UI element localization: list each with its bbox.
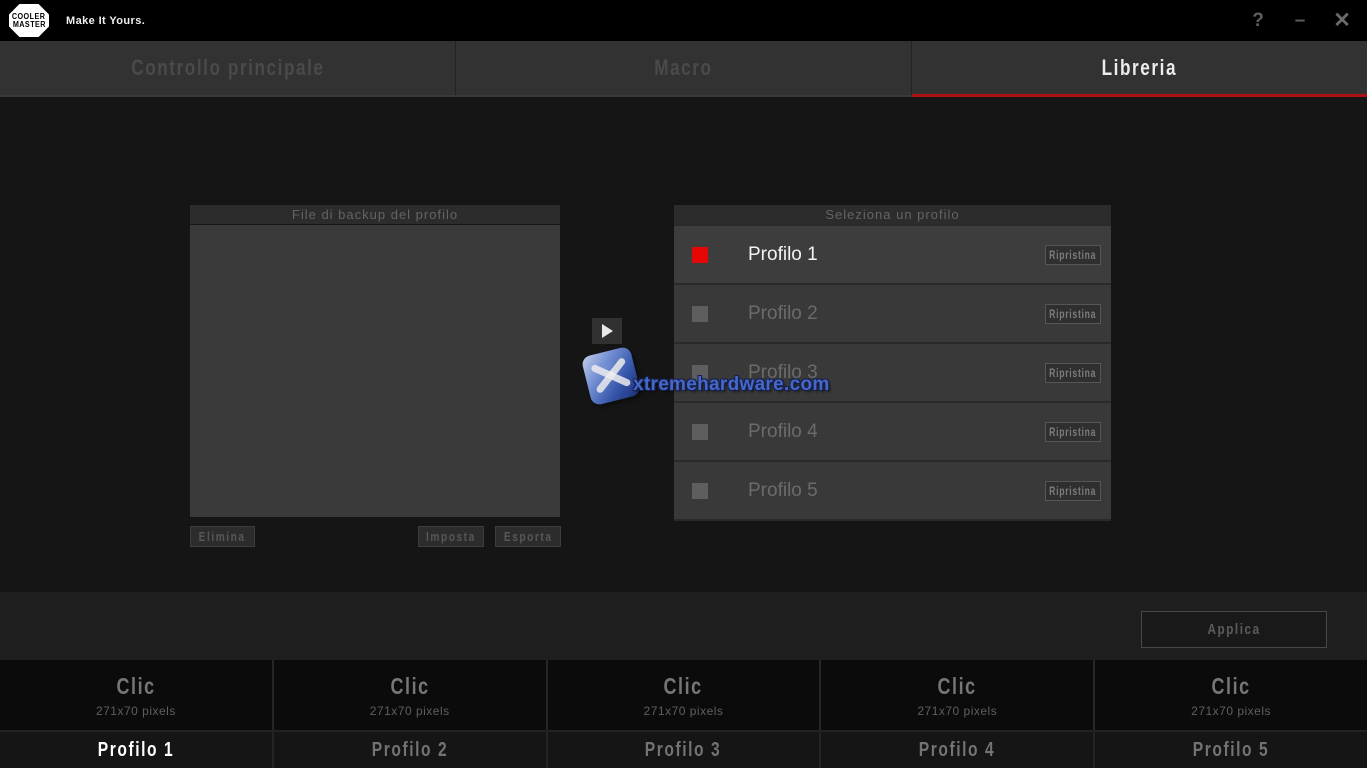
profile-label: Profilo 2 [748, 303, 818, 325]
restore-button[interactable]: Ripristina [1045, 304, 1101, 324]
cell-size-label: 271x70 pixels [96, 704, 176, 718]
profile-tab-5[interactable]: Profilo 5 [1095, 732, 1367, 768]
profile-tabs-row: Profilo 1 Profilo 2 Profilo 3 Profilo 4 … [0, 730, 1367, 768]
cell-action-label: Clic [664, 673, 703, 700]
profile-tab-label: Profilo 3 [645, 739, 721, 762]
button-preview-row: Clic 271x70 pixels Clic 271x70 pixels Cl… [0, 660, 1367, 730]
backup-panel-title: File di backup del profilo [190, 205, 560, 224]
profile-checkbox[interactable] [692, 483, 708, 499]
profile-label: Profilo 5 [748, 480, 818, 502]
backup-file-list[interactable] [190, 225, 560, 517]
profile-selection-panel: Seleziona un profilo Profilo 1 Ripristin… [674, 205, 1111, 521]
profile-tab-2[interactable]: Profilo 2 [274, 732, 548, 768]
profile-tab-label: Profilo 2 [371, 739, 447, 762]
window-controls: ? – ✕ [1245, 0, 1355, 41]
cell-size-label: 271x70 pixels [370, 704, 450, 718]
profile-row-5[interactable]: Profilo 5 Ripristina [674, 462, 1111, 519]
cell-action-label: Clic [938, 673, 977, 700]
cell-size-label: 271x70 pixels [1191, 704, 1271, 718]
restore-button-label: Ripristina [1049, 366, 1096, 380]
preview-cell-3[interactable]: Clic 271x70 pixels [548, 660, 822, 730]
import-button-label: Imposta [426, 529, 476, 544]
delete-button-label: Elimina [199, 529, 246, 544]
profile-tab-label: Profilo 5 [1193, 739, 1269, 762]
tab-label: Libreria [1102, 55, 1177, 81]
library-content: File di backup del profilo Elimina Impos… [0, 97, 1367, 592]
tab-label: Macro [654, 55, 712, 81]
tab-controllo-principale[interactable]: Controllo principale [0, 41, 456, 95]
tab-label: Controllo principale [131, 55, 324, 81]
restore-button[interactable]: Ripristina [1045, 481, 1101, 501]
bottom-profile-bar: Clic 271x70 pixels Clic 271x70 pixels Cl… [0, 660, 1367, 768]
profile-list: Profilo 1 Ripristina Profilo 2 Ripristin… [674, 224, 1111, 519]
profile-tab-3[interactable]: Profilo 3 [548, 732, 822, 768]
profile-row-1[interactable]: Profilo 1 Ripristina [674, 226, 1111, 283]
profile-row-4[interactable]: Profilo 4 Ripristina [674, 403, 1111, 460]
right-arrow-icon [602, 324, 613, 338]
restore-button-label: Ripristina [1049, 248, 1096, 262]
apply-button-label: Applica [1207, 621, 1260, 638]
restore-button-label: Ripristina [1049, 425, 1096, 439]
minimize-icon[interactable]: – [1287, 0, 1313, 41]
restore-button[interactable]: Ripristina [1045, 245, 1101, 265]
profile-label: Profilo 1 [748, 244, 818, 266]
delete-button[interactable]: Elimina [190, 526, 255, 547]
profile-panel-title: Seleziona un profilo [674, 205, 1111, 224]
restore-button[interactable]: Ripristina [1045, 363, 1101, 383]
export-button-label: Esporta [504, 529, 553, 544]
title-bar: COOLER MASTER Make It Yours. ? – ✕ [0, 0, 1367, 41]
cooler-master-logo-icon: COOLER MASTER [9, 4, 49, 37]
preview-cell-1[interactable]: Clic 271x70 pixels [0, 660, 274, 730]
tab-macro[interactable]: Macro [456, 41, 912, 95]
help-icon[interactable]: ? [1245, 0, 1271, 41]
cell-action-label: Clic [1212, 673, 1251, 700]
preview-cell-2[interactable]: Clic 271x70 pixels [274, 660, 548, 730]
tab-bar: Controllo principale Macro Libreria [0, 41, 1367, 97]
restore-button[interactable]: Ripristina [1045, 422, 1101, 442]
restore-button-label: Ripristina [1049, 307, 1096, 321]
close-icon[interactable]: ✕ [1329, 0, 1355, 41]
backup-files-panel: File di backup del profilo [190, 205, 560, 517]
profile-checkbox[interactable] [692, 247, 708, 263]
logo-text-line2: MASTER [12, 21, 45, 29]
profile-checkbox[interactable] [692, 424, 708, 440]
tab-libreria[interactable]: Libreria [912, 41, 1367, 95]
apply-button[interactable]: Applica [1141, 611, 1327, 648]
footer-strip: Applica [0, 592, 1367, 660]
cell-action-label: Clic [116, 673, 155, 700]
transfer-right-button[interactable] [592, 318, 622, 344]
profile-tab-1[interactable]: Profilo 1 [0, 732, 274, 768]
app-window: COOLER MASTER Make It Yours. ? – ✕ Contr… [0, 0, 1367, 768]
preview-cell-4[interactable]: Clic 271x70 pixels [821, 660, 1095, 730]
profile-tab-label: Profilo 1 [98, 739, 174, 762]
profile-checkbox[interactable] [692, 306, 708, 322]
import-button[interactable]: Imposta [418, 526, 484, 547]
preview-cell-5[interactable]: Clic 271x70 pixels [1095, 660, 1367, 730]
restore-button-label: Ripristina [1049, 484, 1096, 498]
profile-row-2[interactable]: Profilo 2 Ripristina [674, 285, 1111, 342]
cell-size-label: 271x70 pixels [644, 704, 724, 718]
brand-tagline: Make It Yours. [66, 15, 145, 27]
export-button[interactable]: Esporta [495, 526, 561, 547]
profile-label: Profilo 4 [748, 421, 818, 443]
profile-tab-label: Profilo 4 [919, 739, 995, 762]
cell-action-label: Clic [390, 673, 429, 700]
watermark-text: xtremehardware.com [633, 374, 830, 396]
profile-tab-4[interactable]: Profilo 4 [821, 732, 1095, 768]
cell-size-label: 271x70 pixels [917, 704, 997, 718]
